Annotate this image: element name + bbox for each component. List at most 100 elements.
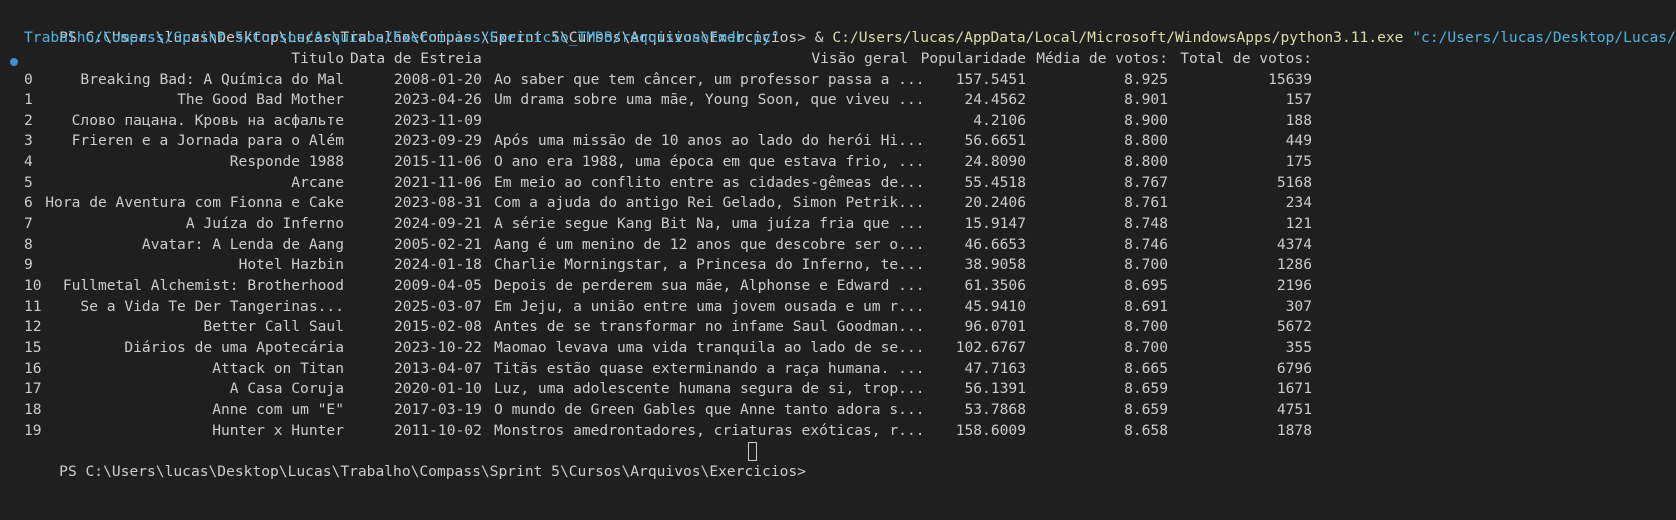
row-average-votes: 8.700	[1124, 318, 1168, 336]
row-title: Arcane	[291, 173, 344, 191]
row-title: Avatar: A Lenda de Aang	[141, 235, 344, 253]
row-popularity: 47.7163	[964, 359, 1026, 377]
row-date: 2020-01-10	[394, 380, 482, 398]
row-overview: Maomao levava uma vida tranquila ao lado…	[494, 338, 925, 356]
table-row: 5 Arcane 2021-11-06 Em meio ao conflito ent…	[0, 173, 1676, 194]
table-row: 18 Anne com um "E" 2017-03-19 O mundo de Gr…	[0, 400, 1676, 421]
row-overview: Com a ajuda do antigo Rei Gelado, Simon …	[494, 194, 925, 212]
row-total-votes: 6796	[1276, 359, 1312, 377]
row-average-votes: 8.748	[1124, 215, 1168, 233]
table-row: 16 Attack on Titan 2013-04-07 Titãs estão q…	[0, 359, 1676, 380]
final-prompt-text: PS C:\Users\lucas\Desktop\Lucas\Trabalho…	[59, 462, 815, 480]
header-popularity: Popularidade	[920, 50, 1026, 67]
row-date: 2023-08-31	[394, 194, 482, 212]
row-overview: Titãs estão quase exterminando a raça hu…	[494, 359, 925, 377]
header-date: Data de Estreia	[350, 50, 482, 67]
row-popularity: 24.8090	[964, 153, 1026, 171]
header-title: Titulo	[291, 50, 344, 67]
row-title: Better Call Saul	[203, 318, 344, 336]
row-title: A Juíza do Inferno	[185, 215, 344, 233]
row-overview: Ao saber que tem câncer, um professor pa…	[494, 70, 925, 88]
row-popularity: 45.9410	[964, 297, 1026, 315]
row-popularity: 20.2406	[964, 194, 1026, 212]
row-total-votes: 355	[1285, 338, 1312, 356]
row-average-votes: 8.746	[1124, 235, 1168, 253]
header-average-votes: Média de votos:	[1036, 50, 1168, 67]
row-average-votes: 8.659	[1124, 380, 1168, 398]
row-date: 2013-04-07	[394, 359, 482, 377]
row-overview: Em meio ao conflito entre as cidades-gêm…	[494, 173, 925, 191]
row-title: Breaking Bad: A Química do Mal	[80, 70, 344, 88]
header-total-votes: Total de votos:	[1180, 50, 1312, 67]
call-operator: &	[814, 28, 833, 46]
header-overview: Visão geral	[811, 50, 908, 67]
row-overview: O mundo de Green Gables que Anne tanto a…	[494, 400, 925, 418]
row-total-votes: 1286	[1276, 256, 1312, 274]
row-total-votes: 188	[1285, 111, 1312, 129]
script-path-part2: Trabalho/Compass/Sprint 5/Cursos/Arquivo…	[24, 29, 780, 46]
row-total-votes: 1671	[1276, 380, 1312, 398]
table-row: 19 Hunter x Hunter 2011-10-02 Monstros amed…	[0, 421, 1676, 442]
row-overview: Após uma missão de 10 anos ao lado do he…	[494, 132, 925, 150]
row-date: 2011-10-02	[394, 421, 482, 439]
script-path-part1: "c:/Users/lucas/Desktop/Lucas/	[1403, 28, 1676, 46]
row-popularity: 55.4518	[964, 173, 1026, 191]
row-popularity: 56.6651	[964, 132, 1026, 150]
row-date: 2023-10-22	[394, 338, 482, 356]
row-overview: Charlie Morningstar, a Princesa do Infer…	[494, 256, 925, 274]
row-date: 2009-04-05	[394, 277, 482, 294]
row-title: Hunter x Hunter	[212, 421, 344, 439]
row-title: Se a Vida Te Der Tangerinas...	[80, 297, 344, 315]
row-average-votes: 8.900	[1124, 111, 1168, 129]
row-date: 2008-01-20	[394, 70, 482, 88]
table-row: 11 Se a Vida Te Der Tangerinas... 2025-03-…	[0, 297, 1676, 318]
row-total-votes: 307	[1285, 297, 1312, 315]
row-overview: Antes de se transformar no infame Saul G…	[494, 318, 925, 336]
row-average-votes: 8.767	[1124, 173, 1168, 191]
terminal-panel[interactable]: PS C:\Users\lucas\Desktop\Lucas\Trabalho…	[0, 0, 1676, 520]
row-date: 2023-09-29	[394, 132, 482, 150]
row-average-votes: 8.659	[1124, 400, 1168, 418]
table-row: 7A Juíza do Inferno 2024-09-21 A série seg…	[0, 214, 1676, 235]
row-popularity: 53.7868	[964, 400, 1026, 418]
row-date: 2005-02-21	[394, 235, 482, 253]
row-overview: Aang é um menino de 12 anos que descobre…	[494, 235, 925, 253]
row-date: 2015-02-08	[394, 318, 482, 336]
row-average-votes: 8.800	[1124, 153, 1168, 171]
row-total-votes: 234	[1285, 194, 1312, 212]
row-total-votes: 2196	[1276, 277, 1312, 294]
row-title: Frieren e a Jornada para o Além	[71, 132, 344, 150]
row-date: 2021-11-06	[394, 173, 482, 191]
table-row: 2 Слово пацана. Кровь на асфальте 2023-11-…	[0, 111, 1676, 132]
row-total-votes: 15639	[1268, 70, 1312, 88]
row-title: Responde 1988	[229, 153, 344, 171]
row-overview: Luz, uma adolescente humana segura de si…	[494, 380, 925, 398]
table-row: 8 Avatar: A Lenda de Aang 2005-02-21 Aang é…	[0, 235, 1676, 256]
row-overview: O ano era 1988, uma época em que estava …	[494, 153, 925, 171]
row-total-votes: 4751	[1276, 400, 1312, 418]
row-overview: Em Jeju, a união entre uma jovem ousada …	[494, 297, 925, 315]
row-overview: Monstros amedrontadores, criaturas exóti…	[494, 421, 925, 439]
text-cursor	[748, 442, 757, 461]
table-row: 15 Diários de uma Apotecária 2023-10-22 Mao…	[0, 338, 1676, 359]
row-average-votes: 8.761	[1124, 194, 1168, 212]
final-prompt-line[interactable]: PS C:\Users\lucas\Desktop\Lucas\Trabalho…	[24, 441, 815, 480]
row-date: 2024-01-18	[394, 256, 482, 274]
table-row: 17 A Casa Coruja 2020-01-10 Luz, uma adoles…	[0, 379, 1676, 400]
row-popularity: 56.1391	[964, 380, 1026, 398]
row-total-votes: 121	[1285, 215, 1312, 233]
python-exe-path: C:/Users/lucas/AppData/Local/Microsoft/W…	[832, 28, 1404, 46]
row-average-votes: 8.800	[1124, 132, 1168, 150]
row-average-votes: 8.695	[1124, 277, 1168, 294]
table-row: 4 Responde 1988 2015-11-06 O ano era 1988, …	[0, 152, 1676, 173]
row-date: 2015-11-06	[394, 153, 482, 171]
row-popularity: 61.3506	[964, 277, 1026, 294]
row-title: Anne com um "E"	[212, 400, 344, 418]
row-title: Diários de uma Apotecária	[124, 338, 344, 356]
row-popularity: 38.9058	[964, 256, 1026, 274]
row-popularity: 15.9147	[964, 215, 1026, 233]
row-average-votes: 8.658	[1124, 421, 1168, 439]
row-average-votes: 8.925	[1124, 70, 1168, 88]
row-popularity: 24.4562	[964, 91, 1026, 109]
row-total-votes: 5168	[1276, 173, 1312, 191]
